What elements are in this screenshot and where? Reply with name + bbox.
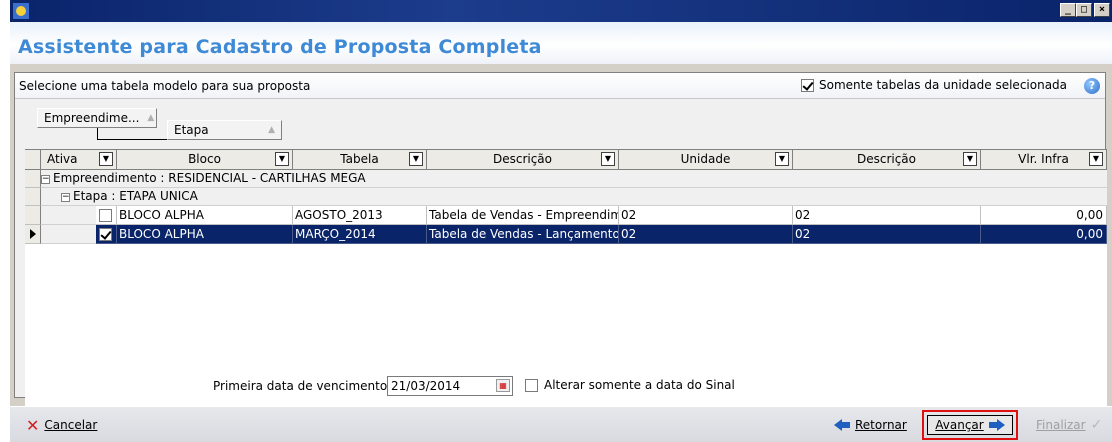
alter-sinal-checkbox[interactable]: Alterar somente a data do Sinal <box>525 378 735 392</box>
filter-dropdown-icon[interactable]: ▼ <box>409 152 423 166</box>
header-ativa[interactable]: Ativa ▼ <box>41 150 117 170</box>
group-connector <box>97 128 167 140</box>
filter-dropdown-icon[interactable]: ▼ <box>601 152 615 166</box>
background-strip <box>0 0 10 442</box>
row-selector[interactable] <box>25 170 41 188</box>
sort-asc-icon: ▲ <box>268 125 275 135</box>
ativa-checkbox[interactable] <box>99 228 112 241</box>
group-chip-label: Empreendime... <box>44 111 140 125</box>
filter-dropdown-icon[interactable]: ▼ <box>99 152 113 166</box>
group-by-area: Empreendime... ▲ Etapa ▲ <box>37 108 283 142</box>
group-chip-etapa[interactable]: Etapa ▲ <box>167 120 282 140</box>
descricao2-cell: 02 <box>793 225 981 244</box>
tabela-cell: AGOSTO_2013 <box>293 206 427 225</box>
bloco-cell: BLOCO ALPHA <box>117 225 293 244</box>
current-row-icon <box>30 229 36 239</box>
minimize-button[interactable]: _ <box>1060 3 1076 17</box>
first-due-label: Primeira data de vencimento: <box>213 379 392 393</box>
arrow-left-icon <box>834 419 850 431</box>
vlr-infra-cell: 0,00 <box>981 225 1107 244</box>
indent-cell <box>41 188 61 206</box>
table-selection-panel: Selecione uma tabela modelo para sua pro… <box>14 72 1107 442</box>
grid-header: Ativa ▼ Bloco ▼ Tabela ▼ Descrição ▼ Uni… <box>25 150 1107 170</box>
group-chip-empreendimento[interactable]: Empreendime... ▲ <box>37 108 157 128</box>
header-descricao-2[interactable]: Descrição ▼ <box>793 150 981 170</box>
cancel-label: Cancelar <box>44 418 98 432</box>
row-selector[interactable] <box>25 188 41 206</box>
header-descricao[interactable]: Descrição ▼ <box>427 150 619 170</box>
group-chip-label: Etapa <box>174 123 209 137</box>
arrow-right-icon <box>988 419 1005 431</box>
bloco-cell: BLOCO ALPHA <box>117 206 293 225</box>
header-indicator <box>25 150 41 170</box>
filter-dropdown-icon[interactable]: ▼ <box>963 152 977 166</box>
cancel-button[interactable]: ✕ Cancelar <box>26 413 97 437</box>
row-selector[interactable] <box>25 225 41 244</box>
only-unit-label: Somente tabelas da unidade selecionada <box>819 78 1068 92</box>
descricao-cell: Tabela de Vendas - Empreendime <box>427 206 619 225</box>
back-label: Retornar <box>855 418 907 432</box>
next-button-highlight: Avançar <box>922 410 1018 440</box>
finish-button[interactable]: Finalizar ✓ <box>1036 413 1102 437</box>
collapse-icon[interactable]: − <box>41 175 50 184</box>
group-row-etapa[interactable]: − Etapa : ETAPA UNICA <box>61 188 1107 206</box>
alter-sinal-label: Alterar somente a data do Sinal <box>544 378 735 392</box>
help-icon[interactable]: ? <box>1084 78 1100 94</box>
collapse-icon[interactable]: − <box>61 193 70 202</box>
maximize-button[interactable]: □ <box>1076 3 1092 17</box>
header-unidade[interactable]: Unidade ▼ <box>619 150 793 170</box>
back-button[interactable]: Retornar <box>834 413 907 437</box>
indent-cell <box>41 225 96 244</box>
descricao-cell: Tabela de Vendas - Lançamento <box>427 225 619 244</box>
unidade-cell: 02 <box>619 225 793 244</box>
app-icon <box>13 3 29 19</box>
group-row-empreendimento[interactable]: − Empreendimento : RESIDENCIAL - CARTILHA… <box>41 170 1107 188</box>
checkbox-box[interactable] <box>801 78 814 92</box>
close-button[interactable]: × <box>1094 3 1110 17</box>
wizard-window: _ □ × Assistente para Cadastro de Propos… <box>10 0 1112 442</box>
ativa-cell[interactable] <box>96 225 117 244</box>
tabela-cell: MARÇO_2014 <box>293 225 427 244</box>
sort-asc-icon: ▲ <box>147 113 155 123</box>
vlr-infra-cell: 0,00 <box>981 206 1107 225</box>
unidade-cell: 02 <box>619 206 793 225</box>
next-label: Avançar <box>935 418 984 432</box>
ativa-cell[interactable] <box>96 206 117 225</box>
next-button[interactable]: Avançar <box>927 415 1013 435</box>
filter-dropdown-icon[interactable]: ▼ <box>1089 152 1103 166</box>
checkmark-icon: ✓ <box>1090 417 1103 433</box>
calendar-icon[interactable]: ▦ <box>496 379 510 392</box>
cancel-x-icon: ✕ <box>26 415 40 435</box>
window-controls: _ □ × <box>1060 3 1110 17</box>
checkbox-box[interactable] <box>525 378 538 392</box>
only-unit-checkbox[interactable]: Somente tabelas da unidade selecionada <box>801 78 1067 92</box>
panel-caption: Selecione uma tabela modelo para sua pro… <box>19 79 311 93</box>
filter-dropdown-icon[interactable]: ▼ <box>275 152 289 166</box>
title-bar: _ □ × <box>10 0 1112 22</box>
header-bloco[interactable]: Bloco ▼ <box>117 150 293 170</box>
descricao2-cell: 02 <box>793 206 981 225</box>
proposal-table-grid: Ativa ▼ Bloco ▼ Tabela ▼ Descrição ▼ Uni… <box>25 149 1107 442</box>
finish-label: Finalizar <box>1036 418 1086 432</box>
filter-dropdown-icon[interactable]: ▼ <box>775 152 789 166</box>
header-vlr-infra[interactable]: Vlr. Infra ▼ <box>981 150 1107 170</box>
header-tabela[interactable]: Tabela ▼ <box>293 150 427 170</box>
wizard-title: Assistente para Cadastro de Proposta Com… <box>18 36 542 58</box>
first-due-date-input[interactable]: 21/03/2014 ▦ <box>387 376 513 396</box>
row-selector[interactable] <box>25 206 41 225</box>
wizard-footer: ✕ Cancelar Retornar Avançar Finalizar ✓ <box>10 406 1112 442</box>
ativa-checkbox[interactable] <box>99 209 112 222</box>
panel-header: Selecione uma tabela modelo para sua pro… <box>15 73 1105 99</box>
due-date-row: Primeira data de vencimento: 21/03/2014 … <box>15 375 1105 397</box>
indent-cell <box>41 206 96 225</box>
wizard-header: Assistente para Cadastro de Proposta Com… <box>10 22 1112 64</box>
